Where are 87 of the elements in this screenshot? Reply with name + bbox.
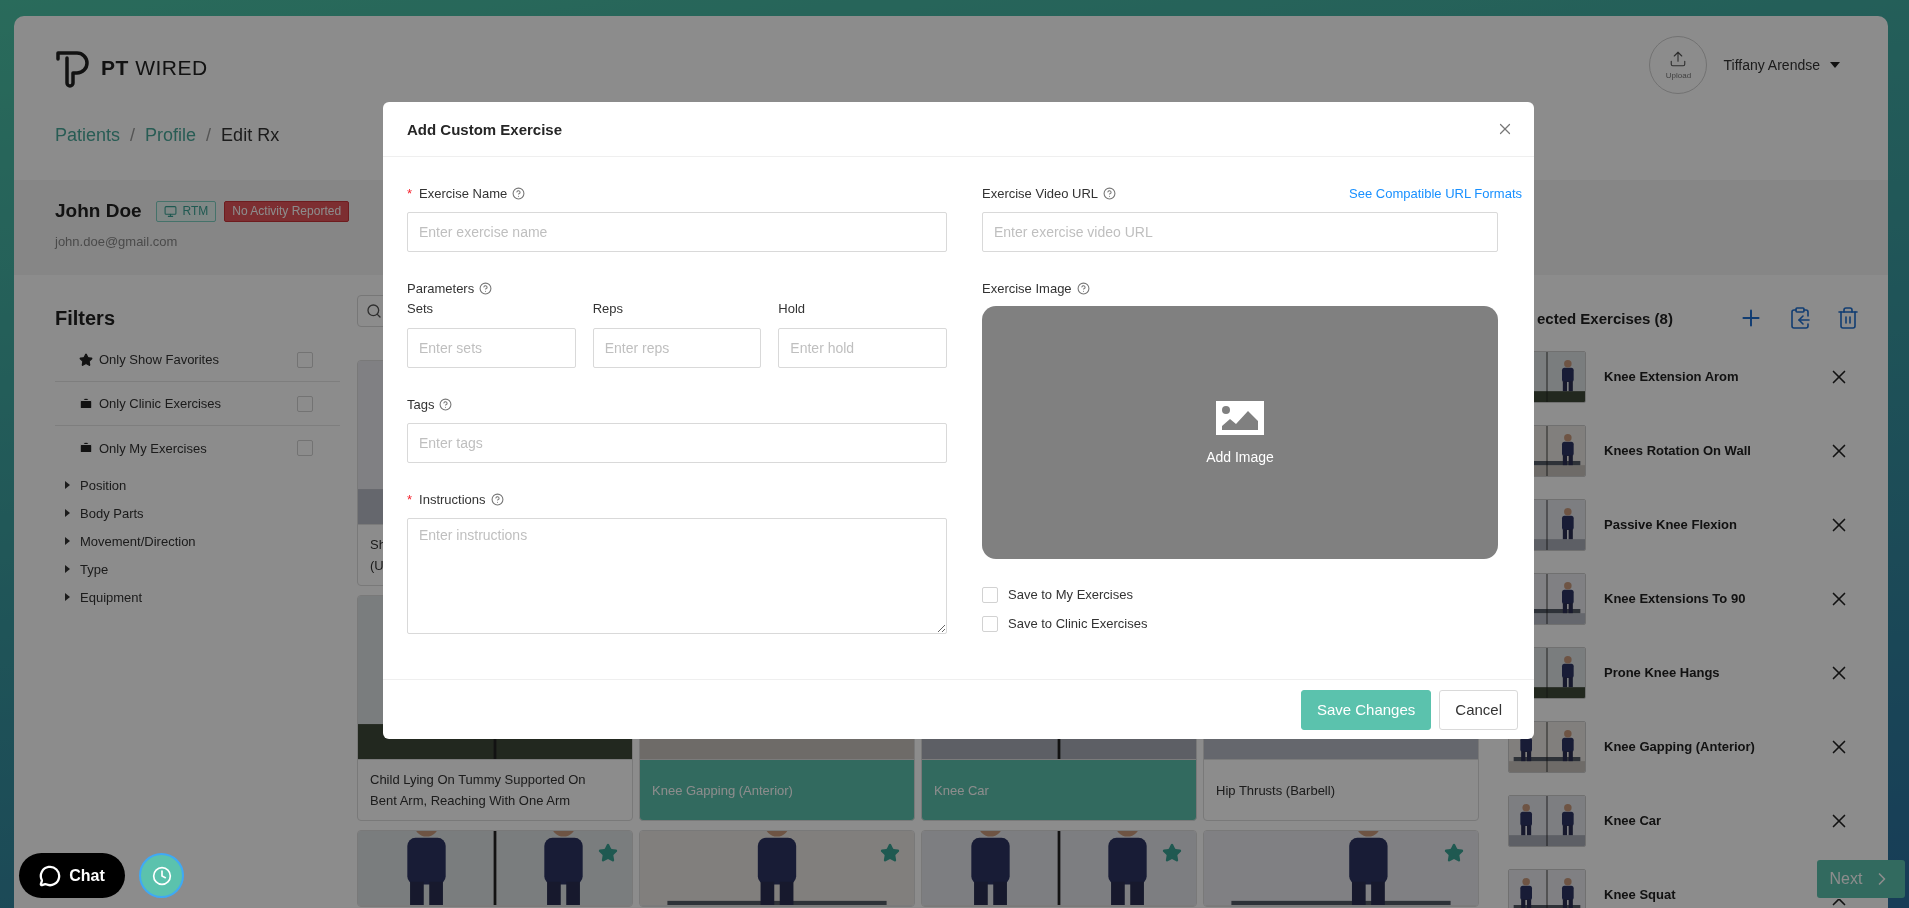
input-field[interactable]: Enter reps	[592, 328, 762, 368]
cancel-button[interactable]: Cancel	[1439, 689, 1518, 730]
help-icon	[1103, 186, 1117, 200]
breadcrumb-separator: /	[130, 124, 136, 146]
monitor-icon	[163, 204, 177, 218]
checkbox[interactable]	[982, 615, 998, 632]
chat-icon	[39, 864, 62, 887]
trash-icon[interactable]	[1836, 306, 1860, 330]
filter-category[interactable]: Movement/Direction	[55, 527, 340, 555]
input-field[interactable]: Enter sets	[407, 328, 576, 368]
search-icon	[366, 303, 382, 319]
checkbox[interactable]	[297, 351, 313, 368]
selected-exercises-heading: ected Exercises (8)	[1537, 309, 1674, 327]
exercise-name: Knees Rotation On Wall	[1604, 442, 1752, 460]
exercise-title: Child Lying On Tummy Supported On	[370, 771, 587, 789]
checkbox-label: Save to My Exercises	[1008, 587, 1133, 602]
exercise-name: Prone Knee Hangs	[1604, 664, 1721, 682]
input-field[interactable]: Enter exercise video URL	[982, 212, 1498, 252]
field-label: Hold	[778, 300, 807, 318]
field-label: Exercise Image	[982, 280, 1072, 296]
exercise-title: (U	[370, 557, 385, 575]
status-badge: No Activity Reported	[224, 200, 350, 222]
star-icon	[79, 352, 93, 367]
dialog-title: Add Custom Exercise	[407, 120, 563, 138]
medical-bag-icon	[79, 396, 93, 411]
exercise-title: Bent Arm, Reaching With One Arm	[370, 792, 572, 810]
input-field[interactable]: Enter tags	[407, 423, 947, 463]
patient-email: john.doe@gmail.com	[55, 234, 179, 249]
image-dropzone[interactable]: Add Image	[982, 306, 1498, 559]
exercise-title: Knee Gapping (Anterior)	[652, 781, 794, 800]
help-icon	[479, 281, 493, 295]
clock-icon	[151, 865, 172, 886]
field-label: Sets	[407, 300, 434, 318]
chat-button[interactable]: Chat	[19, 853, 125, 898]
checkbox[interactable]	[297, 440, 313, 456]
filters-title: Filters	[55, 306, 117, 331]
help-icon	[439, 397, 453, 411]
required-mark: *	[407, 491, 413, 507]
logo-text: PT WIRED	[101, 56, 208, 80]
filter-label: Only Show Favorites	[99, 352, 220, 367]
field-label: Parameters	[407, 280, 475, 296]
star-icon[interactable]	[598, 843, 618, 863]
text-area[interactable]: Enter instructions	[407, 518, 947, 634]
field-label: Exercise Video URL	[982, 185, 1099, 201]
exercise-name: Knee Extension Arom	[1604, 368, 1740, 386]
medical-bag-icon	[79, 441, 93, 455]
checkbox[interactable]	[297, 395, 313, 412]
required-mark: *	[407, 185, 413, 201]
input-field[interactable]: Enter hold	[778, 328, 947, 368]
breadcrumb-link[interactable]: Edit Rx	[221, 124, 280, 146]
field-label: Instructions	[419, 491, 486, 507]
image-icon	[1216, 400, 1264, 435]
exercise-title: Knee Car	[934, 781, 990, 800]
exercise-name: Knee Squat	[1604, 886, 1677, 904]
help-icon	[490, 492, 504, 506]
star-icon[interactable]	[1162, 843, 1182, 863]
star-icon[interactable]	[880, 843, 900, 863]
upload-button[interactable]: Upload	[1649, 36, 1708, 94]
help-icon	[512, 186, 526, 200]
exercise-name: Knee Car	[1604, 812, 1663, 830]
filter-label: Only My Exercises	[99, 440, 208, 456]
breadcrumb-separator: /	[206, 124, 212, 146]
program-badge: RTM	[155, 200, 217, 222]
field-label: Exercise Name	[419, 185, 508, 201]
caret-icon	[1830, 62, 1840, 68]
exercise-name: Knee Extensions To 90	[1604, 590, 1747, 608]
patient-name: John Doe	[55, 200, 142, 222]
filter-category[interactable]: Type	[55, 555, 340, 583]
star-icon[interactable]	[1444, 843, 1464, 863]
checkbox[interactable]	[982, 586, 998, 603]
input-field[interactable]: Enter exercise name	[407, 212, 947, 252]
help-icon	[1076, 281, 1090, 295]
filter-category[interactable]: Equipment	[55, 583, 340, 611]
filter-category[interactable]: Position	[55, 471, 340, 499]
user-menu[interactable]: Tiffany Arendse	[1723, 57, 1840, 73]
copy-icon[interactable]	[1788, 306, 1812, 330]
filter-label: Only Clinic Exercises	[99, 396, 223, 411]
formats-link[interactable]: See Compatible URL Formats	[1349, 185, 1522, 201]
field-label: Reps	[592, 300, 624, 318]
checkbox-label: Save to Clinic Exercises	[1008, 616, 1148, 631]
filter-category[interactable]: Body Parts	[55, 499, 340, 527]
upload-icon	[1669, 50, 1688, 68]
exercise-title: Hip Thrusts (Barbell)	[1216, 781, 1336, 800]
exercise-name: Passive Knee Flexion	[1604, 516, 1738, 534]
logo-icon	[55, 48, 91, 88]
field-label: Tags	[407, 396, 435, 412]
exercise-name: Knee Gapping (Anterior)	[1604, 738, 1756, 756]
